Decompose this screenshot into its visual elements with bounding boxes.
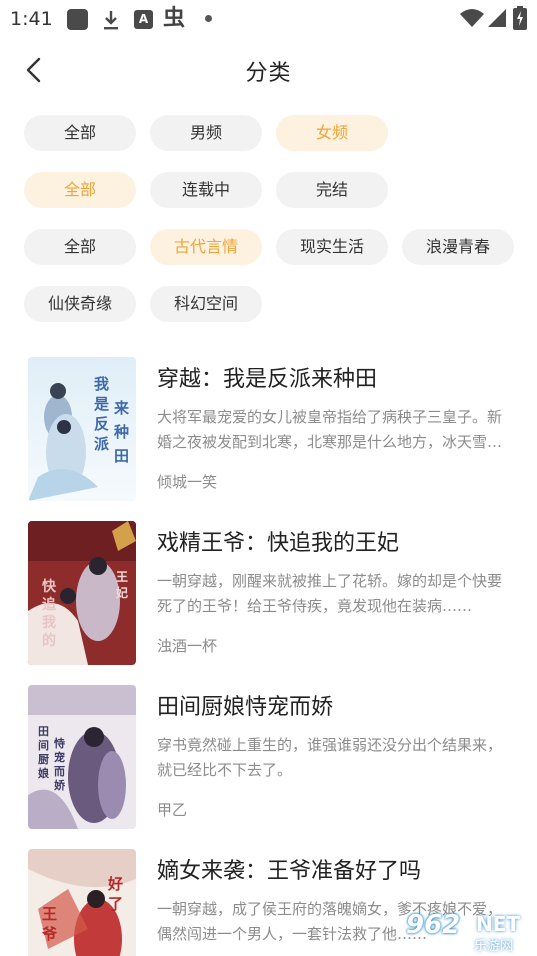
watermark-sub: 乐游网 bbox=[474, 939, 514, 954]
chip-genre-realistic[interactable]: 现实生活 bbox=[276, 229, 388, 265]
bug-icon: 虫 bbox=[163, 6, 186, 31]
chip-gender-female[interactable]: 女频 bbox=[276, 115, 388, 151]
book-title[interactable]: 田间厨娘恃宠而娇 bbox=[157, 689, 333, 721]
book-author: 浊酒一杯 bbox=[157, 637, 218, 655]
svg-text:派: 派 bbox=[94, 435, 110, 453]
book-cover[interactable]: 王 爷 好 了 bbox=[28, 849, 136, 956]
chip-genre-ancient-romance[interactable]: 古代言情 bbox=[150, 229, 262, 265]
chip-gender-male[interactable]: 男频 bbox=[150, 115, 262, 151]
book-author: 甲乙 bbox=[157, 801, 188, 819]
book-item[interactable]: 我 是 反 派 来 种 田 穿越：我是反派来种田 大将军最宠爱的女儿被皇帝指给了… bbox=[28, 357, 518, 507]
page-title: 分类 bbox=[245, 61, 292, 86]
book-item[interactable]: 田 间 厨 娘 恃 宠 而 娇 田间厨娘恃宠而娇 穿书竟然碰上重生的，谁强谁弱还… bbox=[28, 685, 518, 835]
svg-text:娇: 娇 bbox=[54, 778, 66, 792]
svg-text:追: 追 bbox=[42, 596, 56, 613]
book-cover[interactable]: 田 间 厨 娘 恃 宠 而 娇 bbox=[28, 685, 136, 829]
svg-text:妃: 妃 bbox=[115, 585, 128, 600]
status-bar: 1:41 A 虫 bbox=[0, 0, 537, 36]
signal-icon bbox=[487, 8, 507, 28]
svg-text:我: 我 bbox=[94, 375, 109, 393]
book-title[interactable]: 嫡女来袭：王爷准备好了吗 bbox=[157, 853, 421, 885]
book-title[interactable]: 穿越：我是反派来种田 bbox=[157, 361, 377, 393]
svg-text:厨: 厨 bbox=[38, 753, 49, 766]
svg-text:我: 我 bbox=[42, 615, 56, 631]
chip-genre-youth-romance[interactable]: 浪漫青春 bbox=[402, 229, 514, 265]
svg-text:王: 王 bbox=[42, 905, 57, 923]
book-cover[interactable]: 快 追 我 的 王 妃 bbox=[28, 521, 136, 665]
svg-text:间: 间 bbox=[38, 739, 49, 752]
chip-genre-scifi[interactable]: 科幻空间 bbox=[150, 286, 262, 322]
svg-text:王: 王 bbox=[116, 570, 128, 584]
header: 分类 bbox=[0, 45, 537, 95]
svg-text:宠: 宠 bbox=[54, 750, 65, 764]
app-square-icon bbox=[67, 9, 88, 30]
watermark-number: 962 bbox=[406, 910, 461, 940]
svg-text:种: 种 bbox=[113, 423, 129, 441]
svg-text:了: 了 bbox=[108, 895, 123, 913]
svg-text:的: 的 bbox=[42, 632, 56, 649]
category-page: 1:41 A 虫 分类 全部 男频 女频 全部 连载中 完结 全部 古代言情 现… bbox=[0, 0, 537, 956]
chip-status-ongoing[interactable]: 连载中 bbox=[150, 172, 262, 208]
svg-text:是: 是 bbox=[93, 395, 110, 413]
book-author: 倾城一笑 bbox=[157, 473, 218, 491]
watermark-net: NET bbox=[476, 912, 521, 936]
status-time: 1:41 bbox=[10, 8, 53, 30]
book-item[interactable]: 快 追 我 的 王 妃 戏精王爷：快追我的王妃 一朝穿越，刚醒来就被推上了花轿。… bbox=[28, 521, 518, 671]
svg-text:娘: 娘 bbox=[38, 766, 49, 780]
svg-text:快: 快 bbox=[42, 578, 57, 595]
book-description: 大将军最宠爱的女儿被皇帝指给了病秧子三皇子。新婚之夜被发配到北寒，北寒那是什么地… bbox=[157, 408, 503, 451]
svg-text:田: 田 bbox=[38, 725, 49, 738]
download-icon bbox=[100, 9, 122, 31]
svg-text:恃: 恃 bbox=[54, 736, 65, 750]
book-description: 一朝穿越，刚醒来就被推上了花轿。嫁的却是个快要死了的王爷！给王爷侍疾，竟发现他在… bbox=[157, 572, 503, 615]
chip-gender-all[interactable]: 全部 bbox=[24, 115, 136, 151]
svg-text:爷: 爷 bbox=[42, 925, 58, 943]
book-cover[interactable]: 我 是 反 派 来 种 田 bbox=[28, 357, 136, 501]
svg-text:好: 好 bbox=[107, 875, 123, 893]
book-title[interactable]: 戏精王爷：快追我的王妃 bbox=[157, 525, 399, 557]
chip-genre-all[interactable]: 全部 bbox=[24, 229, 136, 265]
svg-text:反: 反 bbox=[94, 415, 109, 433]
site-watermark: 962 NET 乐游网 bbox=[400, 908, 537, 956]
svg-text:而: 而 bbox=[54, 765, 65, 778]
chip-status-finished[interactable]: 完结 bbox=[276, 172, 388, 208]
chip-status-all[interactable]: 全部 bbox=[24, 172, 136, 208]
svg-text:来: 来 bbox=[113, 399, 130, 417]
chip-genre-xianxia[interactable]: 仙侠奇缘 bbox=[24, 286, 136, 322]
battery-charging-icon bbox=[513, 6, 527, 30]
wifi-icon bbox=[459, 8, 485, 28]
svg-text:田: 田 bbox=[114, 447, 129, 465]
book-description: 穿书竟然碰上重生的，谁强谁弱还没分出个结果来，就已经比不下去了。 bbox=[157, 736, 503, 779]
dot-icon bbox=[205, 15, 212, 22]
a-badge-icon: A bbox=[134, 10, 153, 29]
